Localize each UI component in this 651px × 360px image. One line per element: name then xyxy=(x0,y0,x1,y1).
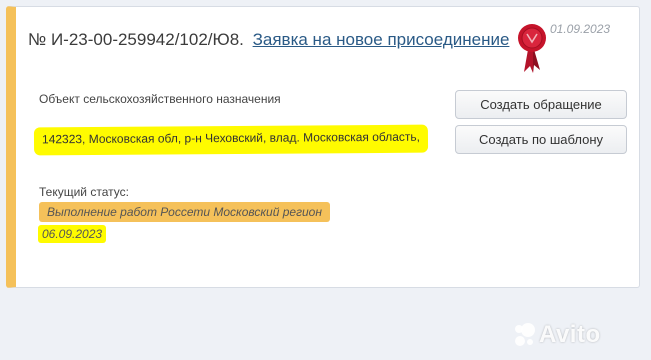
wax-seal-icon xyxy=(518,24,546,73)
object-address: 142323, Московская обл, р-н Чеховский, в… xyxy=(35,126,427,154)
create-from-template-button[interactable]: Создать по шаблону xyxy=(455,125,627,154)
status-label: Текущий статус: xyxy=(39,185,129,199)
object-type: Объект сельскохозяйственного назначения xyxy=(39,92,281,106)
request-title-link[interactable]: Заявка на новое присоединение xyxy=(253,30,510,49)
avito-logo-icon xyxy=(515,323,535,346)
request-header: № И-23-00-259942/102/Ю8. Заявка на новое… xyxy=(28,30,509,50)
request-date: 01.09.2023 xyxy=(550,22,611,36)
create-request-button[interactable]: Создать обращение xyxy=(455,90,627,119)
status-date: 06.09.2023 xyxy=(38,225,107,243)
avito-watermark: Avito xyxy=(539,321,601,348)
request-number: № И-23-00-259942/102/Ю8. xyxy=(28,30,244,49)
status-badge: Выполнение работ Россети Московский реги… xyxy=(39,202,330,222)
